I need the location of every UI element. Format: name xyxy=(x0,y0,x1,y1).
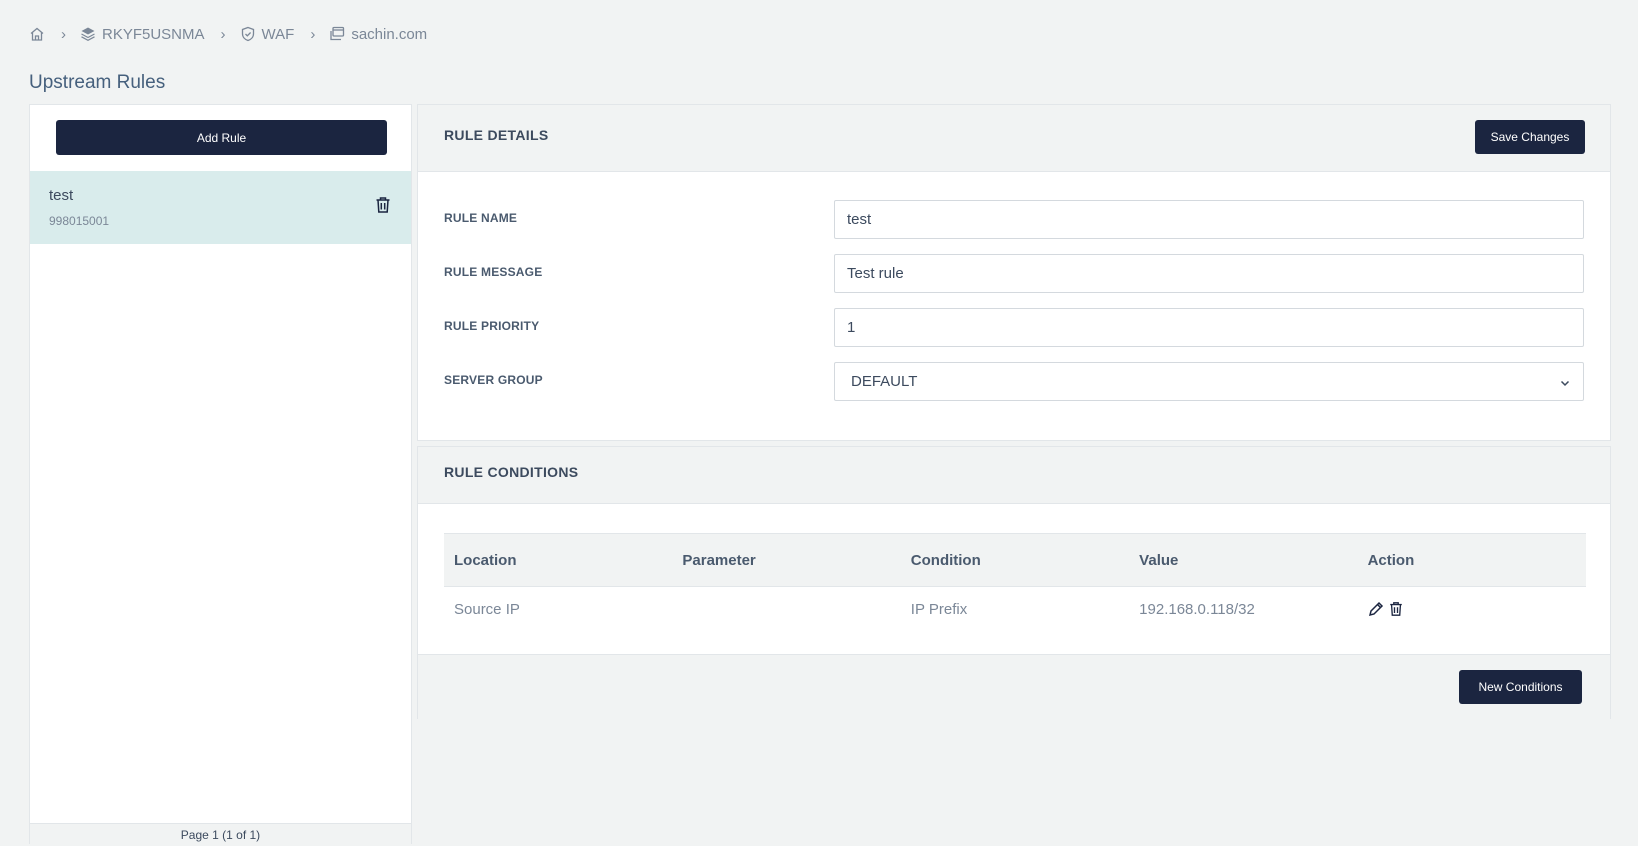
breadcrumb-domain-label: sachin.com xyxy=(351,25,428,43)
rule-conditions-title: RULE CONDITIONS xyxy=(444,464,579,480)
server-group-value: DEFAULT xyxy=(851,373,918,390)
breadcrumb-separator: › xyxy=(220,25,226,43)
column-header-condition: Condition xyxy=(910,551,981,569)
rule-list-item[interactable]: test 998015001 xyxy=(30,171,411,244)
rule-conditions-card: RULE CONDITIONS Location Parameter Condi… xyxy=(417,446,1611,719)
column-header-action: Action xyxy=(1367,551,1415,569)
rule-message-label: RULE MESSAGE xyxy=(444,265,543,279)
page-title: Upstream Rules xyxy=(29,72,166,93)
table-header: Location Parameter Condition Value Actio… xyxy=(444,533,1586,587)
breadcrumb: › RKYF5USNMA › WAF › sachin.com xyxy=(29,22,427,46)
edit-pencil-icon[interactable] xyxy=(1368,601,1384,617)
rule-priority-row: RULE PRIORITY 1 xyxy=(418,308,1610,347)
server-group-row: SERVER GROUP DEFAULT xyxy=(418,362,1610,401)
chevron-down-icon xyxy=(1560,380,1570,387)
rule-name-input[interactable]: test xyxy=(834,200,1584,239)
layers-icon xyxy=(81,27,95,41)
trash-icon[interactable] xyxy=(375,196,391,214)
breadcrumb-home[interactable] xyxy=(29,26,45,42)
breadcrumb-project-label: RKYF5USNMA xyxy=(102,25,205,43)
breadcrumb-domain[interactable]: sachin.com xyxy=(329,26,427,43)
column-header-parameter: Parameter xyxy=(682,551,756,569)
window-icon xyxy=(330,26,345,41)
breadcrumb-waf-label: WAF xyxy=(261,25,295,43)
breadcrumb-separator: › xyxy=(61,25,66,43)
rule-details-card: RULE DETAILS Save Changes RULE NAME test… xyxy=(417,104,1611,441)
server-group-label: SERVER GROUP xyxy=(444,373,543,387)
server-group-select[interactable]: DEFAULT xyxy=(834,362,1584,401)
table-row: Source IP IP Prefix 192.168.0.118/32 xyxy=(444,587,1586,631)
rule-details-title: RULE DETAILS xyxy=(444,127,549,143)
shield-icon xyxy=(241,26,254,42)
rule-details-header: RULE DETAILS Save Changes xyxy=(418,105,1610,172)
rule-item-id: 998015001 xyxy=(49,214,110,228)
cell-location: Source IP xyxy=(454,600,520,618)
trash-icon[interactable] xyxy=(1388,601,1404,617)
breadcrumb-waf[interactable]: WAF xyxy=(240,25,295,43)
add-rule-button[interactable]: Add Rule xyxy=(56,120,387,155)
conditions-footer: New Conditions xyxy=(418,654,1610,719)
rules-list-panel: Add Rule test 998015001 Page 1 (1 of 1) xyxy=(29,104,412,846)
new-conditions-button[interactable]: New Conditions xyxy=(1459,670,1582,704)
rule-priority-input[interactable]: 1 xyxy=(834,308,1584,347)
column-header-value: Value xyxy=(1139,551,1179,569)
rule-name-row: RULE NAME test xyxy=(418,200,1610,239)
rule-priority-label: RULE PRIORITY xyxy=(444,319,540,333)
rule-conditions-header: RULE CONDITIONS xyxy=(418,447,1610,504)
cell-action xyxy=(1358,601,1586,617)
rule-message-row: RULE MESSAGE Test rule xyxy=(418,254,1610,293)
rule-name-label: RULE NAME xyxy=(444,211,518,225)
rule-item-name: test xyxy=(49,187,74,204)
rule-message-input[interactable]: Test rule xyxy=(834,254,1584,293)
conditions-table: Location Parameter Condition Value Actio… xyxy=(444,533,1586,631)
column-header-location: Location xyxy=(454,551,517,569)
save-changes-button[interactable]: Save Changes xyxy=(1475,120,1585,154)
breadcrumb-project[interactable]: RKYF5USNMA xyxy=(80,26,205,43)
cell-value: 192.168.0.118/32 xyxy=(1139,600,1255,618)
breadcrumb-separator: › xyxy=(310,25,316,43)
cell-condition: IP Prefix xyxy=(910,600,968,618)
home-icon xyxy=(30,27,44,41)
